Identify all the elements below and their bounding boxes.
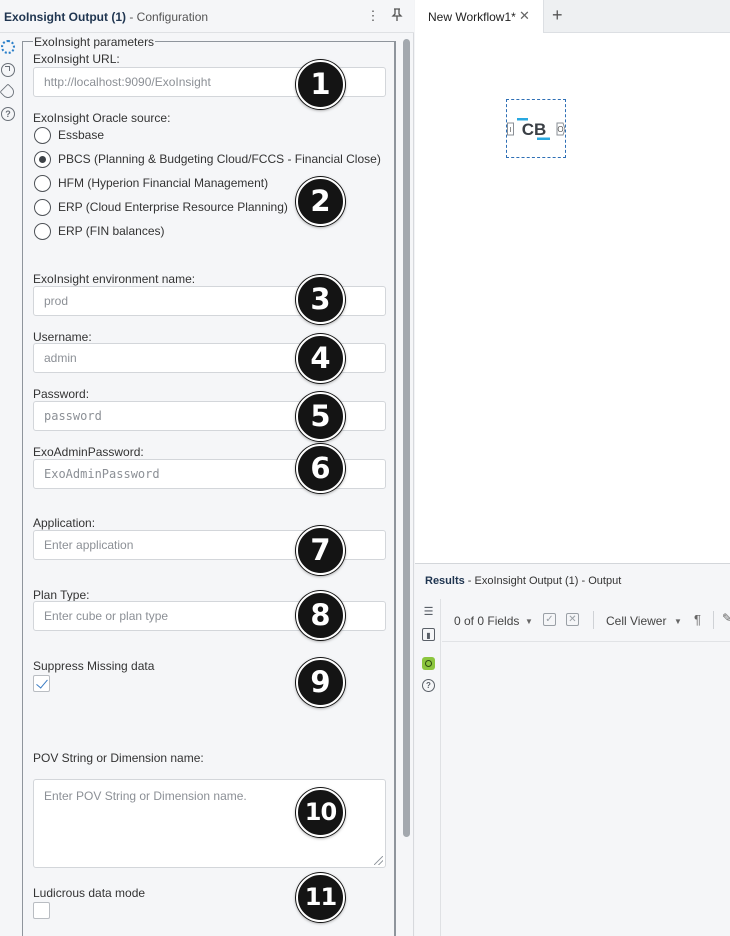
configuration-panel: ExoInsight Output (1) - Configuration ⋮ …	[0, 0, 414, 936]
fields-selector[interactable]: 0 of 0 Fields	[454, 614, 519, 628]
panel-title: ExoInsight Output (1) - Configuration	[4, 10, 208, 24]
results-panel: Results - ExoInsight Output (1) - Output…	[415, 563, 730, 936]
tool-output-anchor: O	[557, 125, 563, 134]
ludicrous-mode-checkbox[interactable]	[33, 902, 50, 919]
tab-new-workflow[interactable]: New Workflow1* ✕	[415, 0, 544, 33]
arrow-circle-icon[interactable]	[1, 63, 15, 77]
annotation-badge-10: 10	[296, 788, 345, 837]
oracle-source-label: ExoInsight Oracle source:	[33, 111, 171, 125]
results-title-main: Results	[425, 575, 465, 587]
tab-label: New Workflow1*	[428, 10, 516, 24]
radio-button[interactable]	[34, 175, 51, 192]
document-tab-bar: New Workflow1* ✕ +	[415, 0, 730, 33]
radio-button[interactable]	[34, 223, 51, 240]
ludicrous-mode-label: Ludicrous data mode	[33, 886, 146, 900]
annotation-badge-7: 7	[296, 526, 345, 575]
radio-label: HFM (Hyperion Financial Management)	[58, 176, 269, 190]
clear-icon[interactable]: ✕	[566, 613, 579, 626]
toolbar-divider	[713, 611, 714, 629]
gear-icon[interactable]	[1, 40, 15, 54]
list-icon[interactable]: ☰	[422, 606, 435, 619]
workflow-canvas[interactable]: New Workflow1* ✕ + I CB O	[415, 0, 730, 563]
help-icon[interactable]: ?	[422, 679, 435, 692]
radio-button[interactable]	[34, 199, 51, 216]
annotation-badge-4: 4	[296, 334, 345, 383]
radio-button-selected[interactable]	[34, 151, 51, 168]
toolbar-divider	[593, 611, 594, 629]
results-title-sub: - ExoInsight Output (1) - Output	[464, 575, 622, 587]
annotation-badge-11: 11	[296, 873, 345, 922]
annotation-badge-8: 8	[296, 591, 345, 640]
radio-label: PBCS (Planning & Budgeting Cloud/FCCS - …	[58, 152, 381, 166]
plan-type-label: Plan Type:	[33, 588, 90, 602]
tool-input-anchor: I	[510, 127, 512, 134]
data-view-icon[interactable]	[422, 657, 435, 670]
pin-icon-graphic	[391, 8, 403, 21]
parameters-legend: ExoInsight parameters	[33, 35, 156, 49]
panel-title-sub: - Configuration	[126, 10, 209, 24]
environment-label: ExoInsight environment name:	[33, 272, 196, 286]
results-header: Results - ExoInsight Output (1) - Output	[415, 564, 730, 599]
radio-label: Essbase	[58, 128, 105, 142]
radio-button[interactable]	[34, 127, 51, 144]
suppress-missing-label: Suppress Missing data	[33, 659, 155, 673]
panel-title-main: ExoInsight Output (1)	[4, 10, 126, 24]
chevron-down-icon[interactable]: ▼	[674, 617, 682, 626]
chevron-down-icon[interactable]: ▼	[525, 617, 533, 626]
annotation-badge-5: 5	[296, 392, 345, 441]
textarea-resize-handle[interactable]	[374, 856, 383, 865]
suppress-missing-checkbox[interactable]	[33, 675, 50, 692]
annotation-badge-3: 3	[296, 275, 345, 324]
tag-icon[interactable]	[0, 83, 17, 101]
checkmark-icon	[36, 676, 48, 689]
password-label: Password:	[33, 387, 90, 401]
pencil-icon[interactable]: ✎	[722, 611, 730, 625]
username-label: Username:	[33, 330, 92, 344]
annotation-badge-9: 9	[296, 658, 345, 707]
exoinsight-tool-icon: I CB O	[507, 118, 565, 140]
annotation-badge-2: 2	[296, 177, 345, 226]
application-label: Application:	[33, 516, 96, 530]
tool-label: CB	[522, 120, 547, 139]
close-icon[interactable]: ✕	[519, 8, 530, 24]
radio-label: ERP (Cloud Enterprise Resource Planning)	[58, 200, 288, 214]
exoinsight-output-tool[interactable]: I CB O	[506, 99, 566, 158]
results-side-toolbar: ☰ ▮ ?	[415, 599, 441, 936]
help-icon[interactable]: ?	[1, 107, 15, 121]
cell-viewer-dropdown[interactable]: Cell Viewer	[606, 614, 666, 628]
panel-header: ExoInsight Output (1) - Configuration ⋮	[0, 0, 414, 33]
admin-password-label: ExoAdminPassword:	[33, 445, 144, 459]
more-options-button[interactable]: ⋮	[365, 8, 381, 24]
pov-label: POV String or Dimension name:	[33, 751, 204, 765]
columns-icon[interactable]: ▮	[422, 628, 435, 641]
radio-label: ERP (FIN balances)	[58, 224, 165, 238]
annotation-badge-6: 6	[296, 444, 345, 493]
annotation-badge-1: 1	[296, 60, 345, 109]
pilcrow-icon[interactable]: ¶	[694, 612, 701, 627]
config-scrollbar[interactable]	[403, 39, 410, 837]
pin-icon[interactable]	[389, 8, 405, 24]
url-label: ExoInsight URL:	[33, 52, 120, 66]
add-tab-button[interactable]: +	[552, 5, 563, 26]
results-title: Results - ExoInsight Output (1) - Output	[425, 575, 621, 587]
results-toolbar: 0 of 0 Fields ▼ ✓ ✕ Cell Viewer ▼ ¶ ✎	[442, 599, 730, 642]
check-all-icon[interactable]: ✓	[543, 613, 556, 626]
